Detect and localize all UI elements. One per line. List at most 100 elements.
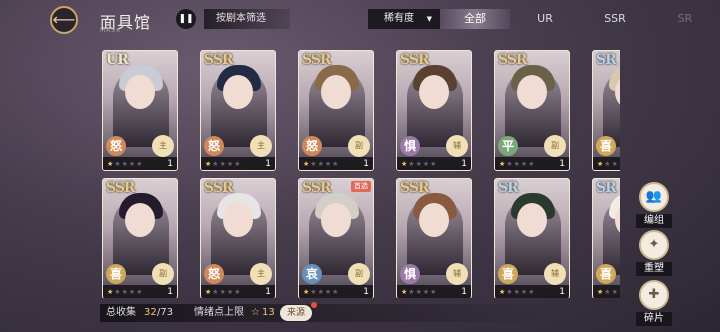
mask-card[interactable]: SSR 喜 副 ★★★★★ 1 xyxy=(102,178,178,298)
role-badge: 主 xyxy=(250,135,272,157)
rarity-badge: SSR xyxy=(204,52,234,68)
mask-card[interactable]: SSR 怒 主 ★★★★★ 1 xyxy=(200,50,276,171)
role-badge: 主 xyxy=(152,135,174,157)
reshape-button[interactable]: ✦ 重塑 xyxy=(636,230,672,276)
emotion-badge: 喜 xyxy=(596,264,616,284)
emotion-badge: 哀 xyxy=(302,264,322,284)
rarity-badge: SSR xyxy=(106,180,136,196)
emotion-badge: 怒 xyxy=(204,264,224,284)
tab-sr[interactable]: SR xyxy=(650,9,720,29)
character-face xyxy=(321,203,351,237)
mask-card[interactable]: SSR 惧 辅 ★★★★★ 1 xyxy=(396,178,472,298)
card-level: 1 xyxy=(461,287,467,297)
view-toggle-button[interactable]: ❚❚ xyxy=(176,9,196,29)
star-rating: ★★★★★ xyxy=(499,288,536,296)
star-rating: ★★★★★ xyxy=(597,160,620,168)
fragments-button[interactable]: ✚ 碎片 xyxy=(636,280,672,326)
sort-label: 稀有度 xyxy=(384,13,414,24)
rarity-badge: SSR xyxy=(400,180,430,196)
character-face xyxy=(419,203,449,237)
rarity-tabs: 全部 UR SSR SR xyxy=(440,9,720,29)
star-rating: ★★★★★ xyxy=(205,288,242,296)
mood-limit-value: 13 xyxy=(262,307,275,318)
mask-card[interactable]: SSR 怒 副 ★★★★★ 1 xyxy=(298,50,374,171)
collection-bar: 总收集 32 /73 情绪点上限 ☆ 13 来源 xyxy=(100,302,560,322)
star-rating: ★★★★★ xyxy=(107,160,144,168)
tab-all[interactable]: 全部 xyxy=(440,9,510,29)
star-rating: ★★★★★ xyxy=(597,288,620,296)
card-footer: ★★★★★ 1 xyxy=(397,285,471,298)
emotion-badge: 喜 xyxy=(498,264,518,284)
source-button[interactable]: 来源 xyxy=(280,305,313,321)
card-footer: ★★★★★ 1 xyxy=(201,157,275,170)
role-badge: 副 xyxy=(348,135,370,157)
rarity-badge: UR xyxy=(106,52,129,68)
rarity-badge: SSR xyxy=(400,52,430,68)
mask-card[interactable]: SR 喜 ★★★★★ xyxy=(592,178,620,298)
mask-card[interactable]: UR 怒 主 ★★★★★ 1 xyxy=(102,50,178,171)
card-level: 1 xyxy=(167,159,173,169)
collect-value: 32 xyxy=(144,307,157,318)
character-face xyxy=(125,75,155,109)
card-footer: ★★★★★ 1 xyxy=(201,285,275,298)
reshape-icon: ✦ xyxy=(639,230,669,260)
role-badge: 辅 xyxy=(446,263,468,285)
top-bar: ⟵ 面具馆 MASK ❚❚ 按剧本筛选 稀有度 ▼ 全部 UR SSR SR xyxy=(0,0,720,40)
star-rating: ★★★★★ xyxy=(499,160,536,168)
card-level: 1 xyxy=(363,287,369,297)
puzzle-icon: ✚ xyxy=(639,280,669,310)
notification-dot xyxy=(311,302,317,308)
card-footer: ★★★★★ 1 xyxy=(103,285,177,298)
tab-ur[interactable]: UR xyxy=(510,9,580,29)
mask-card[interactable]: SSR 首选哀 副 ★★★★★ 1 xyxy=(298,178,374,298)
star-rating: ★★★★★ xyxy=(205,160,242,168)
group-button[interactable]: 👥 编组 xyxy=(636,182,672,228)
sort-dropdown[interactable]: 稀有度 ▼ xyxy=(368,9,440,29)
mask-card[interactable]: SSR 平 副 ★★★★★ 1 xyxy=(494,50,570,171)
back-button[interactable]: ⟵ xyxy=(50,6,78,34)
rarity-badge: SSR xyxy=(204,180,234,196)
role-badge: 主 xyxy=(250,263,272,285)
rarity-badge: SSR xyxy=(302,52,332,68)
character-face xyxy=(517,203,547,237)
emotion-badge: 喜 xyxy=(596,136,616,156)
card-level: 1 xyxy=(559,287,565,297)
collect-label: 总收集 xyxy=(106,307,136,318)
mask-card[interactable]: SR 喜 辅 ★★★★★ 1 xyxy=(494,178,570,298)
rarity-badge: SSR xyxy=(302,180,332,196)
emotion-badge: 怒 xyxy=(204,136,224,156)
card-level: 1 xyxy=(265,287,271,297)
card-footer: ★★★★★ 1 xyxy=(299,285,373,298)
rarity-badge: SSR xyxy=(498,52,528,68)
card-footer: ★★★★★ 1 xyxy=(495,285,569,298)
chevron-down-icon: ▼ xyxy=(426,15,432,23)
card-footer: ★★★★★ 1 xyxy=(397,157,471,170)
mask-card-grid: UR 怒主 ★★★★★ 1 SSR 怒主 ★★★★★ 1 SSR 怒副 ★★★★★ 1 SSR 惧辅 ★★★… xyxy=(102,50,620,298)
mask-card[interactable]: SSR 怒 主 ★★★★★ 1 xyxy=(200,178,276,298)
character-face xyxy=(419,75,449,109)
card-level: 1 xyxy=(167,287,173,297)
emotion-badge: 喜 xyxy=(106,264,126,284)
star-rating: ★★★★★ xyxy=(303,288,340,296)
tab-ssr[interactable]: SSR xyxy=(580,9,650,29)
card-level: 1 xyxy=(461,159,467,169)
emotion-badge: 惧 xyxy=(400,136,420,156)
character-face xyxy=(321,75,351,109)
star-rating: ★★★★★ xyxy=(401,160,438,168)
card-level: 1 xyxy=(265,159,271,169)
group-icon: 👥 xyxy=(639,182,669,212)
card-level: 1 xyxy=(363,159,369,169)
arrow-left-icon: ⟵ xyxy=(52,10,76,29)
mask-card[interactable]: SR 喜 ★★★★★ xyxy=(592,50,620,171)
role-badge: 副 xyxy=(152,263,174,285)
mask-card[interactable]: SSR 惧 辅 ★★★★★ 1 xyxy=(396,50,472,171)
card-footer: ★★★★★ 1 xyxy=(103,157,177,170)
columns-icon: ❚❚ xyxy=(178,14,194,24)
reshape-label: 重塑 xyxy=(636,262,672,276)
character-face xyxy=(223,75,253,109)
card-footer: ★★★★★ xyxy=(593,157,620,170)
star-rating: ★★★★★ xyxy=(303,160,340,168)
mood-limit-label: 情绪点上限 xyxy=(194,307,244,318)
filter-by-script-button[interactable]: 按剧本筛选 xyxy=(204,9,290,29)
rarity-badge: SR xyxy=(498,180,519,196)
